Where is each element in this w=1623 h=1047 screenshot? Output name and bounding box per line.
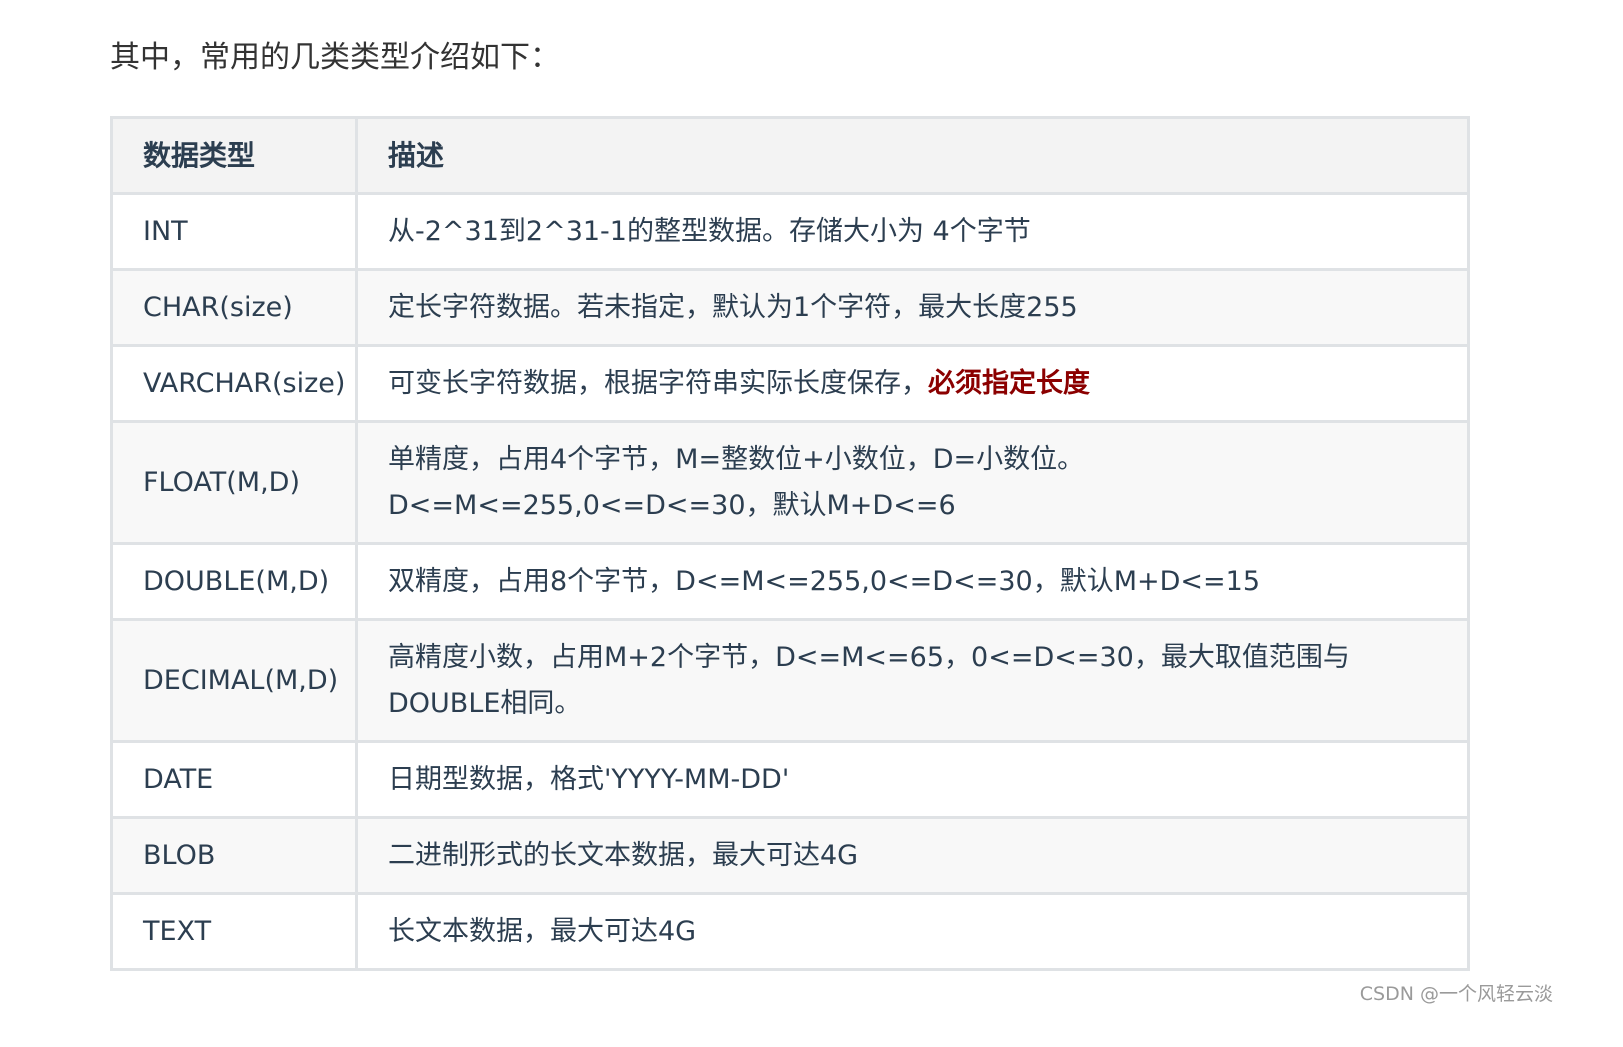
- description-cell: 二进制形式的长文本数据，最大可达4G: [355, 816, 1470, 895]
- description-cell: 定长字符数据。若未指定，默认为1个字符，最大长度255: [355, 268, 1470, 347]
- description-cell: 可变长字符数据，根据字符串实际长度保存，必须指定长度: [355, 344, 1470, 423]
- description-cell: 单精度，占用4个字节，M=整数位+小数位，D=小数位。 D<=M<=255,0<…: [355, 420, 1470, 545]
- description-text: 可变长字符数据，根据字符串实际长度保存，: [388, 367, 928, 399]
- table-header-row: 数据类型 描述: [110, 116, 1470, 195]
- table-row: FLOAT(M,D) 单精度，占用4个字节，M=整数位+小数位，D=小数位。 D…: [110, 420, 1470, 545]
- data-types-table: 数据类型 描述 INT 从-2^31到2^31-1的整型数据。存储大小为 4个字…: [110, 116, 1470, 971]
- type-cell: DOUBLE(M,D): [110, 542, 358, 621]
- description-cell: 高精度小数，占用M+2个字节，D<=M<=65，0<=D<=30，最大取值范围与…: [355, 618, 1470, 743]
- type-cell: INT: [110, 192, 358, 271]
- table-row: VARCHAR(size) 可变长字符数据，根据字符串实际长度保存，必须指定长度: [110, 344, 1470, 423]
- table-row: CHAR(size) 定长字符数据。若未指定，默认为1个字符，最大长度255: [110, 268, 1470, 347]
- description-cell: 日期型数据，格式'YYYY-MM-DD': [355, 740, 1470, 819]
- watermark: CSDN @一个风轻云淡: [1359, 983, 1553, 1005]
- type-cell: DECIMAL(M,D): [110, 618, 358, 743]
- table-row: DOUBLE(M,D) 双精度，占用8个字节，D<=M<=255,0<=D<=3…: [110, 542, 1470, 621]
- description-cell: 从-2^31到2^31-1的整型数据。存储大小为 4个字节: [355, 192, 1470, 271]
- type-cell: VARCHAR(size): [110, 344, 358, 423]
- table-row: INT 从-2^31到2^31-1的整型数据。存储大小为 4个字节: [110, 192, 1470, 271]
- intro-text: 其中，常用的几类类型介绍如下：: [110, 40, 560, 75]
- table-row: TEXT 长文本数据，最大可达4G: [110, 892, 1470, 971]
- type-cell: CHAR(size): [110, 268, 358, 347]
- header-data-type: 数据类型: [110, 116, 358, 195]
- table-row: BLOB 二进制形式的长文本数据，最大可达4G: [110, 816, 1470, 895]
- description-cell: 长文本数据，最大可达4G: [355, 892, 1470, 971]
- table-row: DECIMAL(M,D) 高精度小数，占用M+2个字节，D<=M<=65，0<=…: [110, 618, 1470, 743]
- type-cell: DATE: [110, 740, 358, 819]
- type-cell: FLOAT(M,D): [110, 420, 358, 545]
- type-cell: BLOB: [110, 816, 358, 895]
- type-cell: TEXT: [110, 892, 358, 971]
- description-cell: 双精度，占用8个字节，D<=M<=255,0<=D<=30，默认M+D<=15: [355, 542, 1470, 621]
- table-row: DATE 日期型数据，格式'YYYY-MM-DD': [110, 740, 1470, 819]
- header-description: 描述: [355, 116, 1470, 195]
- emphasis-text: 必须指定长度: [928, 367, 1090, 399]
